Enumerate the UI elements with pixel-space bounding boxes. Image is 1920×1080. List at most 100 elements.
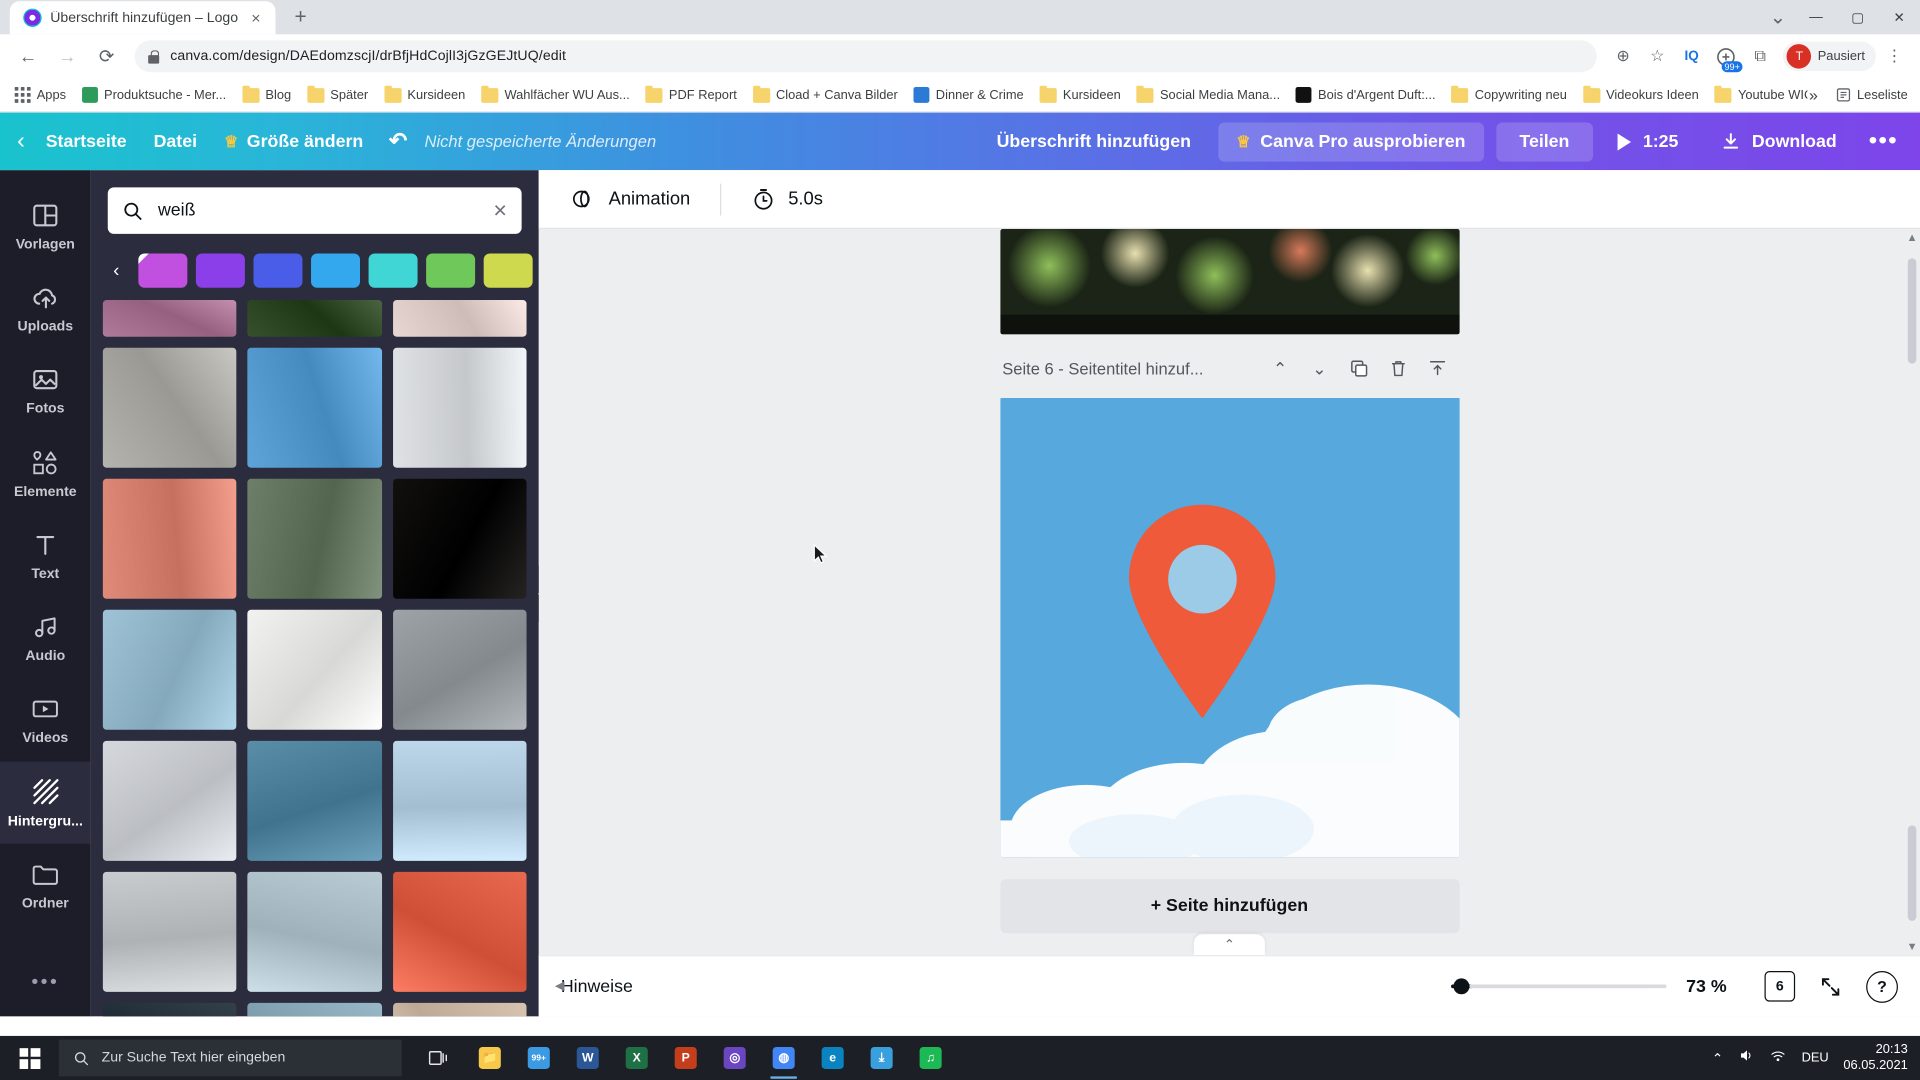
- zoom-slider[interactable]: [1451, 978, 1667, 995]
- sidebar-item-videos[interactable]: Videos: [0, 679, 91, 761]
- new-tab-button[interactable]: +: [285, 1, 317, 33]
- forward-icon[interactable]: →: [49, 38, 86, 75]
- present-button[interactable]: 1:25: [1600, 122, 1696, 161]
- scroll-left-arrow[interactable]: ◀: [544, 970, 576, 1002]
- clear-search-icon[interactable]: ×: [493, 199, 507, 222]
- iq-extension-icon[interactable]: IQ: [1676, 40, 1708, 72]
- color-swatch[interactable]: [253, 253, 303, 288]
- start-button[interactable]: [2, 1036, 56, 1080]
- add-page-button[interactable]: + Seite hinzufügen: [999, 879, 1459, 934]
- sidebar-item-uploads[interactable]: Uploads: [0, 267, 91, 349]
- puzzle-extension-icon[interactable]: ⧉: [1744, 40, 1776, 72]
- bookmark-item[interactable]: PDF Report: [638, 85, 744, 105]
- taskbar-app-powerpoint[interactable]: P: [661, 1036, 710, 1080]
- bookmark-item[interactable]: Produktsuche - Mer...: [75, 84, 234, 105]
- bookmark-item[interactable]: Wahlfächer WU Aus...: [474, 85, 637, 105]
- taskbar-app-store[interactable]: 99+: [514, 1036, 563, 1080]
- close-tab-icon[interactable]: ×: [247, 9, 265, 27]
- color-swatch[interactable]: [483, 253, 533, 288]
- fullscreen-icon[interactable]: [1815, 970, 1847, 1002]
- profile-chip[interactable]: T Pausiert: [1783, 41, 1876, 72]
- color-swatch[interactable]: [138, 253, 188, 288]
- bookmark-item[interactable]: Bois d'Argent Duft:...: [1289, 84, 1443, 105]
- bookmark-item[interactable]: Kursideen: [377, 85, 473, 105]
- page-title-label[interactable]: Seite 6 - Seitentitel hinzuf...: [1002, 359, 1260, 377]
- background-thumbnail[interactable]: [102, 347, 237, 468]
- taskbar-app-word[interactable]: W: [563, 1036, 612, 1080]
- taskbar-app-file-explorer[interactable]: 📁: [465, 1036, 514, 1080]
- background-thumbnail[interactable]: [392, 740, 527, 861]
- help-icon[interactable]: ?: [1866, 970, 1898, 1003]
- background-thumbnail[interactable]: [392, 609, 527, 730]
- close-window-button[interactable]: ✕: [1878, 0, 1920, 34]
- bookmark-star-icon[interactable]: ☆: [1641, 40, 1673, 72]
- network-icon[interactable]: [1770, 1046, 1787, 1069]
- delete-page-icon[interactable]: [1378, 351, 1417, 385]
- bookmark-item[interactable]: Social Media Mana...: [1129, 85, 1287, 105]
- bookmark-item[interactable]: Youtube WICHTIG: [1707, 85, 1808, 105]
- canvas-scroll-area[interactable]: Seite 6 - Seitentitel hinzuf... ⌃ ⌄ + Se…: [539, 228, 1920, 956]
- sidebar-item-ordner[interactable]: Ordner: [0, 843, 91, 925]
- color-swatch[interactable]: [368, 253, 418, 288]
- back-icon[interactable]: ←: [10, 38, 47, 75]
- background-thumbnail[interactable]: [102, 1002, 237, 1017]
- color-swatch[interactable]: [195, 253, 245, 288]
- home-button[interactable]: Startseite: [32, 123, 140, 160]
- zoom-slider-track-right[interactable]: [1468, 984, 1667, 989]
- language-indicator[interactable]: DEU: [1802, 1051, 1829, 1066]
- address-bar[interactable]: canva.com/design/DAEdomzscjI/drBfjHdCojl…: [134, 40, 1598, 73]
- background-thumbnail[interactable]: [247, 300, 382, 337]
- volume-icon[interactable]: [1738, 1046, 1755, 1069]
- more-options-button[interactable]: •••: [1856, 122, 1910, 160]
- background-thumbnail[interactable]: [392, 478, 527, 599]
- window-extra-icon[interactable]: ⌄: [1761, 5, 1795, 29]
- taskbar-clock[interactable]: 20:13 06.05.2021: [1843, 1042, 1907, 1074]
- canvas-scrollbar[interactable]: ▲ ▼: [1907, 229, 1918, 955]
- sidebar-item-fotos[interactable]: Fotos: [0, 350, 91, 432]
- browser-tab[interactable]: Überschrift hinzufügen – Logo ×: [9, 1, 277, 35]
- taskbar-app-spotify[interactable]: ♫: [906, 1036, 955, 1080]
- background-thumbnail[interactable]: [247, 740, 382, 861]
- sidebar-item-vorlagen[interactable]: Vorlagen: [0, 185, 91, 267]
- search-box[interactable]: ×: [107, 187, 522, 234]
- background-thumbnail[interactable]: [392, 300, 527, 337]
- page-canvas[interactable]: [999, 397, 1459, 858]
- zoom-slider-knob[interactable]: [1452, 978, 1469, 995]
- background-thumbnail[interactable]: [102, 478, 237, 599]
- add-page-icon[interactable]: [1417, 351, 1456, 385]
- bookmark-item[interactable]: Kursideen: [1032, 85, 1128, 105]
- bookmark-item[interactable]: Cload + Canva Bilder: [745, 85, 905, 105]
- taskbar-app-media[interactable]: ◎: [710, 1036, 759, 1080]
- extension-badge-icon[interactable]: 99+: [1710, 40, 1744, 73]
- reload-icon[interactable]: ⟳: [88, 38, 125, 75]
- taskbar-app-edge[interactable]: e: [808, 1036, 857, 1080]
- page-count-badge[interactable]: 6: [1764, 971, 1796, 1002]
- bookmark-item[interactable]: Videokurs Ideen: [1575, 85, 1706, 105]
- sidebar-item-text[interactable]: Text: [0, 514, 91, 596]
- share-button[interactable]: Teilen: [1496, 121, 1593, 162]
- sidebar-item-audio[interactable]: Audio: [0, 596, 91, 678]
- taskbar-app-download-manager[interactable]: ⤓: [857, 1036, 906, 1080]
- color-swatch[interactable]: [426, 253, 476, 288]
- minimize-button[interactable]: —: [1795, 0, 1837, 34]
- background-thumbnail[interactable]: [392, 1002, 527, 1017]
- background-thumbnail[interactable]: [102, 609, 237, 730]
- canva-pro-button[interactable]: ♕ Canva Pro ausprobieren: [1217, 121, 1484, 162]
- scroll-down-arrow[interactable]: ▼: [1907, 940, 1918, 952]
- previous-page-thumbnail[interactable]: [999, 228, 1459, 335]
- bookmark-item[interactable]: Copywriting neu: [1444, 85, 1574, 105]
- scroll-thumb-bottom[interactable]: [1907, 825, 1917, 921]
- sidebar-more-icon[interactable]: •••: [31, 955, 59, 1016]
- bookmark-item[interactable]: Blog: [235, 85, 299, 105]
- background-thumbnail[interactable]: [102, 740, 237, 861]
- background-thumbnail[interactable]: [392, 347, 527, 468]
- taskbar-app-excel[interactable]: X: [612, 1036, 661, 1080]
- taskbar-search-box[interactable]: Zur Suche Text hier eingeben: [58, 1039, 402, 1077]
- scroll-up-arrow[interactable]: ▲: [1907, 231, 1918, 243]
- reading-list-button[interactable]: Leseliste: [1835, 87, 1908, 103]
- bookmark-apps[interactable]: Apps: [7, 84, 73, 105]
- tray-chevron-icon[interactable]: ⌃: [1712, 1050, 1723, 1066]
- chrome-menu-icon[interactable]: ⋮: [1878, 40, 1910, 72]
- bookmark-item[interactable]: Dinner & Crime: [906, 84, 1031, 105]
- undo-icon[interactable]: ↶: [377, 122, 420, 160]
